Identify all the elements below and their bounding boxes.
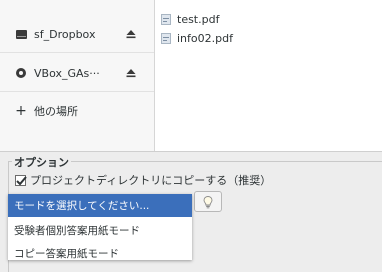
document-icon (161, 32, 171, 44)
place-other-locations[interactable]: + 他の場所 (0, 94, 154, 128)
file-name: info02.pdf (177, 31, 233, 45)
disc-icon (13, 68, 29, 78)
mode-option-individual-answer-sheet[interactable]: 受験者個別答案用紙モード (8, 219, 192, 242)
file-name: test.pdf (177, 12, 220, 26)
mode-option-select-prompt[interactable]: モードを選択してください... (8, 194, 192, 217)
checkmark-icon (16, 175, 27, 185)
document-icon (161, 13, 171, 25)
mode-option-copy-answer-sheet[interactable]: コピー答案用紙モード (8, 242, 192, 265)
hint-button[interactable] (194, 191, 222, 212)
mode-dropdown-list: モードを選択してください... 受験者個別答案用紙モード コピー答案用紙モード (8, 194, 192, 260)
file-list: test.pdf info02.pdf (155, 0, 382, 151)
file-row[interactable]: test.pdf (161, 10, 219, 28)
eject-icon[interactable] (125, 28, 137, 40)
drive-icon (13, 29, 29, 39)
copy-to-project-label: プロジェクトディレクトリにコピーする（推奨） (30, 174, 272, 187)
divider (0, 91, 154, 92)
lightbulb-icon (203, 195, 213, 208)
divider (0, 52, 154, 53)
options-title: オプション (12, 154, 71, 170)
eject-icon[interactable] (125, 67, 137, 79)
place-sf-dropbox[interactable]: sf_Dropbox (0, 17, 154, 51)
copy-to-project-checkbox-row[interactable]: プロジェクトディレクトリにコピーする（推奨） (15, 172, 271, 188)
places-sidebar: sf_Dropbox VBox_GAs··· + 他の場所 (0, 0, 155, 151)
divider (0, 151, 382, 152)
place-label: 他の場所 (34, 105, 78, 118)
file-row[interactable]: info02.pdf (161, 29, 233, 47)
copy-to-project-checkbox[interactable] (15, 174, 27, 186)
place-vbox-gas[interactable]: VBox_GAs··· (0, 56, 154, 90)
plus-icon: + (15, 103, 27, 119)
